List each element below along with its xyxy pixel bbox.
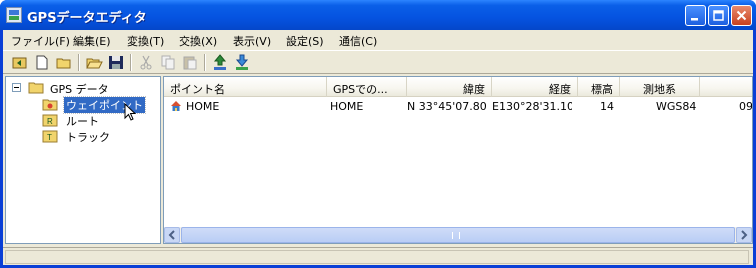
tree-label-routes: ルート: [66, 115, 99, 128]
copy-button[interactable]: [159, 54, 177, 71]
paste-icon: [183, 56, 197, 70]
open-folder-button[interactable]: [85, 54, 103, 71]
new-folder-button[interactable]: [55, 54, 73, 71]
new-file-button[interactable]: [33, 54, 51, 71]
cell-point-name: HOME: [186, 100, 220, 113]
app-window: GPSデータエディタ ファイル(F) 編集(E) 変換(T) 交換(X) 表示(…: [0, 0, 756, 268]
status-bar: [3, 247, 753, 265]
tree-item-routes[interactable]: R ルート: [42, 112, 162, 128]
column-header-point-name[interactable]: ポイント名: [164, 77, 327, 97]
menu-bar: ファイル(F) 編集(E) 変換(T) 交換(X) 表示(V) 設定(S) 通信…: [3, 30, 753, 49]
column-header-longitude[interactable]: 経度: [492, 77, 578, 97]
column-header-datum[interactable]: 測地系: [620, 77, 700, 97]
cell-datum: WGS84: [656, 100, 697, 113]
toolbar-separator: [78, 54, 80, 71]
app-icon: [6, 7, 22, 23]
menu-file[interactable]: ファイル(F): [11, 33, 70, 49]
close-icon: [736, 10, 747, 21]
tree-label-tracks: トラック: [66, 131, 110, 144]
status-pane: [5, 250, 749, 264]
column-header-extra[interactable]: [700, 77, 752, 97]
maximize-button[interactable]: [708, 5, 729, 26]
title-bar[interactable]: GPSデータエディタ: [0, 0, 756, 30]
download-icon: [235, 54, 249, 70]
cell-latitude: N 33°45'07.80": [407, 100, 486, 113]
upload-icon: [213, 54, 227, 70]
window-title: GPSデータエディタ: [27, 11, 147, 26]
waypoint-list: ポイント名 GPSでの... 緯度 経度 標高 測地系 HOME HOME N …: [163, 76, 753, 244]
save-button[interactable]: [107, 54, 125, 71]
svg-text:R: R: [47, 117, 53, 126]
cell-longitude: E130°28'31.10": [492, 100, 572, 113]
chevron-left-icon: [168, 230, 175, 240]
scroll-left-button[interactable]: [164, 227, 180, 243]
menu-convert[interactable]: 変換(T): [127, 33, 164, 49]
back-folder-icon: [12, 57, 27, 69]
open-folder-icon: [86, 58, 103, 69]
cut-button[interactable]: [137, 54, 155, 71]
maximize-icon: [713, 10, 724, 21]
table-row[interactable]: HOME HOME N 33°45'07.80" E130°28'31.10" …: [164, 99, 752, 115]
mouse-cursor-icon: [124, 102, 138, 126]
new-folder-icon: [56, 58, 71, 69]
tree-item-waypoints[interactable]: ウェイポイント: [42, 96, 162, 114]
minimize-icon: [691, 18, 698, 21]
download-button[interactable]: [233, 54, 251, 71]
scroll-right-button[interactable]: [736, 227, 752, 243]
menu-view[interactable]: 表示(V): [233, 33, 271, 49]
cut-icon: [140, 55, 152, 70]
cell-gps-name: HOME: [330, 100, 364, 113]
upload-button[interactable]: [211, 54, 229, 71]
chevron-right-icon: [741, 230, 748, 240]
folder-icon: [28, 80, 44, 97]
toolbar-separator: [204, 54, 206, 71]
toolbar-separator: [130, 54, 132, 71]
new-file-icon: [36, 55, 48, 70]
column-header-altitude[interactable]: 標高: [578, 77, 620, 97]
copy-icon: [161, 55, 175, 70]
tree-item-gps-data[interactable]: GPS データ: [10, 80, 160, 96]
scrollbar-grip: [452, 232, 460, 239]
menu-communication[interactable]: 通信(C): [339, 33, 377, 49]
menu-settings[interactable]: 設定(S): [286, 33, 324, 49]
cell-extra: 09: [739, 100, 752, 113]
client-area: ファイル(F) 編集(E) 変換(T) 交換(X) 表示(V) 設定(S) 通信…: [3, 30, 753, 265]
toolbar: [3, 50, 753, 74]
menu-exchange[interactable]: 交換(X): [179, 33, 217, 49]
svg-text:T: T: [47, 133, 52, 142]
cell-altitude: 14: [600, 100, 614, 113]
menu-edit[interactable]: 編集(E): [73, 33, 111, 49]
data-tree: GPS データ ウェイポイント R ルート T トラック: [5, 76, 161, 244]
paste-button[interactable]: [181, 54, 199, 71]
column-header-latitude[interactable]: 緯度: [407, 77, 492, 97]
tree-item-tracks[interactable]: T トラック: [42, 128, 162, 144]
home-waypoint-icon: [170, 100, 182, 115]
back-folder-button[interactable]: [11, 54, 29, 71]
collapse-icon[interactable]: [12, 82, 21, 95]
minimize-button[interactable]: [685, 5, 706, 26]
track-icon: T: [42, 129, 58, 146]
horizontal-scrollbar[interactable]: [164, 227, 752, 243]
list-header: ポイント名 GPSでの... 緯度 経度 標高 測地系: [164, 77, 752, 97]
column-header-gps-name[interactable]: GPSでの...: [327, 77, 407, 97]
close-button[interactable]: [731, 5, 752, 26]
tree-label-gps-data: GPS データ: [50, 83, 109, 96]
scrollbar-thumb[interactable]: [181, 227, 735, 243]
save-icon: [109, 56, 123, 69]
